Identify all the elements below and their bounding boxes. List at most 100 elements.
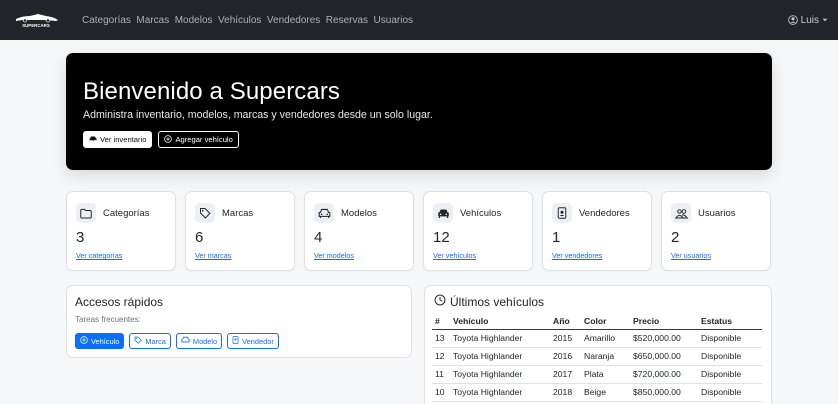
latest-vehicles-panel: Últimos vehículos # Vehículo Año Color P…	[424, 285, 772, 404]
cell-year: 2016	[550, 347, 581, 366]
table-row: 12 Toyota Highlander 2016 Naranja $650,0…	[432, 347, 762, 366]
card-link-vendedores[interactable]: Ver vendedores	[552, 251, 602, 260]
add-vehicle-label: Agregar vehículo	[175, 135, 233, 144]
card-title: Modelos	[341, 208, 377, 219]
column-header-year: Año	[550, 313, 581, 330]
quick-access-title: Accesos rápidos	[75, 295, 164, 309]
top-navbar: SUPERCARS Categorías Marcas Modelos Vehí…	[0, 0, 838, 40]
card-title: Vehículos	[460, 208, 502, 219]
quick-access-subtitle: Tareas frecuentes:	[75, 315, 141, 324]
column-header-id: #	[432, 313, 450, 330]
card-title: Vendedores	[579, 208, 630, 219]
nav-link-vehiculos[interactable]: Vehículos	[218, 15, 261, 26]
caret-down-icon	[822, 17, 828, 23]
cell-id: 11	[432, 365, 450, 384]
cell-vehicle: Toyota Highlander	[450, 329, 550, 348]
column-header-price: Precio	[630, 313, 698, 330]
nav-link-categorias[interactable]: Categorías	[82, 15, 131, 26]
clock-icon	[434, 294, 446, 309]
card-count: 1	[552, 229, 561, 246]
cell-year: 2017	[550, 365, 581, 384]
cell-vehicle: Toyota Highlander	[450, 383, 550, 402]
cell-id: 10	[432, 383, 450, 402]
nav-link-modelos[interactable]: Modelos	[175, 15, 213, 26]
nav-link-usuarios[interactable]: Usuarios	[374, 15, 413, 26]
cell-status: Disponible	[698, 329, 762, 348]
latest-vehicles-title: Últimos vehículos	[434, 294, 544, 309]
card-link-marcas[interactable]: Ver marcas	[195, 251, 231, 260]
quick-model-label: Modelo	[192, 336, 218, 346]
table-row: 13 Toyota Highlander 2015 Amarillo $520,…	[432, 329, 762, 348]
tag-icon	[195, 203, 215, 223]
user-name: Luis	[800, 14, 819, 26]
quick-add-vehicle-button[interactable]: Vehículo	[75, 333, 125, 349]
cell-status: Disponible	[698, 347, 762, 366]
card-title: Categorías	[103, 208, 150, 219]
cell-id: 12	[432, 347, 450, 366]
badge-icon	[232, 336, 239, 346]
card-count: 2	[671, 229, 680, 246]
hero-description: Administra inventario, modelos, marcas y…	[83, 109, 433, 121]
column-header-vehicle: Vehículo	[450, 313, 550, 330]
card-link-usuarios[interactable]: Ver usuarios	[671, 251, 711, 260]
brand-text: SUPERCARS	[22, 23, 50, 28]
cell-price: $720,000.00	[630, 365, 698, 384]
card-link-modelos[interactable]: Ver modelos	[314, 251, 354, 260]
quick-add-brand-button[interactable]: Marca	[129, 333, 171, 349]
table-header-row: # Vehículo Año Color Precio Estatus	[432, 313, 762, 330]
user-circle-icon	[787, 15, 798, 25]
latest-vehicles-table: # Vehículo Año Color Precio Estatus 13 T…	[432, 313, 762, 402]
brand-logo[interactable]: SUPERCARS	[12, 12, 60, 28]
quick-access-actions: Vehículo Marca Modelo Vendedor	[75, 333, 279, 349]
card-title: Usuarios	[698, 208, 736, 219]
quick-vehicle-label: Vehículo	[91, 336, 120, 346]
cell-status: Disponible	[698, 383, 762, 402]
user-menu-dropdown[interactable]: Luis	[787, 0, 828, 40]
card-title: Marcas	[222, 208, 254, 219]
nav-link-vendedores[interactable]: Vendedores	[267, 15, 320, 26]
card-count: 3	[76, 229, 85, 246]
cell-color: Plata	[581, 365, 630, 384]
people-icon	[671, 203, 691, 223]
nav-links: Categorías Marcas Modelos Vehículos Vend…	[82, 0, 419, 40]
cell-id: 13	[432, 329, 450, 348]
nav-link-reservas[interactable]: Reservas	[326, 15, 368, 26]
add-vehicle-button[interactable]: Agregar vehículo	[158, 131, 239, 148]
card-count: 12	[433, 229, 450, 246]
stat-card-vehiculos: Vehículos 12 Ver vehículos	[423, 191, 533, 271]
column-header-color: Color	[581, 313, 630, 330]
cell-price: $650,000.00	[630, 347, 698, 366]
stat-card-categorias: Categorías 3 Ver categorías	[66, 191, 176, 271]
card-count: 6	[195, 229, 204, 246]
column-header-status: Estatus	[698, 313, 762, 330]
cell-price: $850,000.00	[630, 383, 698, 402]
cell-color: Naranja	[581, 347, 630, 366]
hero-actions: Ver inventario Agregar vehículo	[83, 131, 239, 148]
quick-seller-label: Vendedor	[242, 336, 274, 346]
quick-add-model-button[interactable]: Modelo	[175, 333, 223, 349]
latest-vehicles-title-text: Últimos vehículos	[450, 294, 545, 309]
cell-color: Amarillo	[581, 329, 630, 348]
quick-brand-label: Marca	[145, 336, 166, 346]
tag-icon	[134, 336, 143, 346]
folder-icon	[76, 203, 96, 223]
table-row: 11 Toyota Highlander 2017 Plata $720,000…	[432, 365, 762, 384]
cell-color: Beige	[581, 383, 630, 402]
stat-card-vendedores: Vendedores 1 Ver vendedores	[542, 191, 652, 271]
cell-year: 2018	[550, 383, 581, 402]
nav-link-marcas[interactable]: Marcas	[136, 15, 169, 26]
cell-status: Disponible	[698, 365, 762, 384]
quick-add-seller-button[interactable]: Vendedor	[227, 333, 279, 349]
car-icon	[89, 135, 97, 144]
car-front-icon	[181, 336, 190, 346]
view-inventory-button[interactable]: Ver inventario	[83, 131, 153, 148]
hero-banner: Bienvenido a Supercars Administra invent…	[66, 53, 772, 170]
quick-access-panel: Accesos rápidos Tareas frecuentes: Vehíc…	[66, 285, 412, 358]
stat-card-modelos: Modelos 4 Ver modelos	[304, 191, 414, 271]
card-link-vehiculos[interactable]: Ver vehículos	[433, 251, 476, 260]
card-link-categorias[interactable]: Ver categorías	[76, 251, 122, 260]
view-inventory-label: Ver inventario	[100, 135, 147, 144]
plus-circle-icon	[164, 134, 173, 145]
cell-year: 2015	[550, 329, 581, 348]
stat-card-marcas: Marcas 6 Ver marcas	[185, 191, 295, 271]
